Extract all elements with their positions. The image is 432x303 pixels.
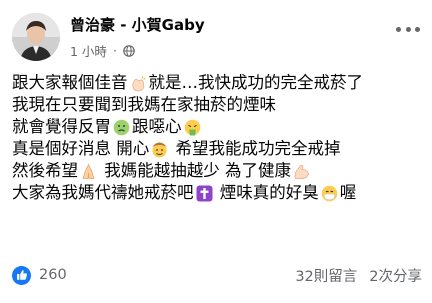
comment-count[interactable]: 32則留言	[295, 265, 357, 286]
post-text: 我媽能越抽越少 為了健康	[99, 161, 291, 180]
post-text: 跟大家報個佳音	[12, 73, 128, 92]
avatar[interactable]	[12, 13, 60, 61]
latin-cross-icon	[196, 185, 213, 202]
like-count: 260	[39, 267, 67, 283]
nauseated-face-icon	[113, 119, 130, 136]
post-text: 就是…我快成功的完全戒菸了	[148, 73, 364, 92]
more-dot	[415, 26, 420, 32]
folded-hands-icon	[80, 163, 97, 180]
share-count[interactable]: 2次分享	[369, 265, 422, 286]
post-text: 大家為我媽代禱她戒菸吧	[12, 183, 194, 202]
post-text: 希望我能成功完全戒掉	[170, 139, 341, 158]
flexed-biceps-icon	[293, 163, 310, 180]
post-time[interactable]: 1 小時	[70, 41, 107, 60]
post-text-line: 然後希望 我媽能越抽越少 為了健康	[12, 160, 422, 182]
post-text: 跟噁心	[132, 117, 182, 136]
author-name[interactable]: 曾治豪 - 小賀Gaby	[70, 14, 205, 35]
post-text: 然後希望	[12, 161, 78, 180]
post-text-line: 跟大家報個佳音 就是…我快成功的完全戒菸了	[12, 72, 422, 94]
post-text: 煙味真的好臭	[214, 183, 319, 202]
mask-face-icon	[321, 185, 338, 202]
like-icon	[12, 265, 31, 285]
post-body: 跟大家報個佳音 就是…我快成功的完全戒菸了 我現在只要聞到我媽在家抽菸的煙味 就會覺得…	[12, 72, 422, 204]
post-footer: 260 32則留言 2次分享	[12, 262, 422, 288]
facebook-post: 曾治豪 - 小賀Gaby 1 小時 · 跟大家報個佳音 就是…我快成功的完全戒菸了…	[0, 0, 432, 303]
more-dot	[396, 26, 401, 32]
more-dot	[405, 26, 411, 32]
post-text-line: 我現在只要聞到我媽在家抽菸的煙味	[12, 94, 422, 116]
post-text-line: 真是個好消息 開心 希望我能成功完全戒掉	[12, 138, 422, 160]
cowboy-face-icon	[151, 141, 168, 158]
meta-separator: ·	[112, 43, 117, 58]
globe-icon[interactable]	[123, 44, 135, 57]
post-text: 喔	[339, 183, 357, 202]
post-text-line: 就會覺得反胃 跟噁心	[12, 116, 422, 138]
post-text: 真是個好消息 開心	[12, 139, 150, 158]
post-text-line: 大家為我媽代禱她戒菸吧 煙味真的好臭 喔	[12, 182, 422, 204]
more-horizontal-icon[interactable]	[396, 24, 420, 34]
post-text: 就會覺得反胃	[12, 117, 111, 136]
post-header: 曾治豪 - 小賀Gaby 1 小時 ·	[12, 10, 422, 62]
engagement-stats: 32則留言 2次分享	[295, 265, 422, 286]
post-text: 我現在只要聞到我媽在家抽菸的煙味	[12, 95, 276, 114]
clapping-hands-icon	[130, 75, 147, 92]
avatar-image	[12, 13, 60, 61]
post-meta: 1 小時 ·	[70, 41, 135, 60]
reactions-summary[interactable]: 260	[12, 265, 67, 285]
vomiting-face-icon	[184, 119, 201, 136]
